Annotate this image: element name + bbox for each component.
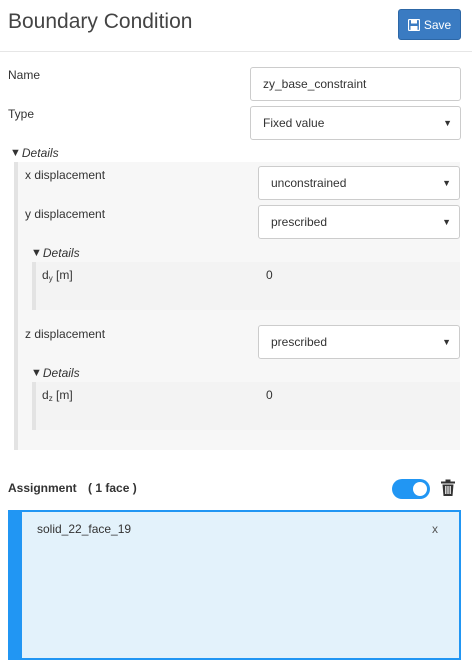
name-label: Name bbox=[8, 68, 41, 82]
save-button[interactable]: Save bbox=[398, 9, 461, 40]
caret-down-icon: ▼ bbox=[31, 247, 42, 259]
remove-face-button[interactable]: x bbox=[432, 522, 438, 536]
dz-value[interactable]: 0 bbox=[266, 388, 273, 402]
details-toggle[interactable]: ▼ Details bbox=[10, 146, 59, 160]
chevron-down-icon: ▼ bbox=[442, 337, 451, 347]
type-select[interactable]: Fixed value ▼ bbox=[250, 106, 461, 140]
assignment-count: ( 1 face ) bbox=[88, 481, 137, 495]
toggle-knob bbox=[413, 482, 427, 496]
name-input-value: zy_base_constraint bbox=[263, 77, 367, 91]
y-displacement-select[interactable]: prescribed ▼ bbox=[258, 205, 460, 239]
assignment-label: Assignment bbox=[8, 481, 77, 495]
dy-subscript: y bbox=[48, 274, 53, 283]
y-displacement-value: prescribed bbox=[271, 215, 328, 229]
chevron-down-icon: ▼ bbox=[442, 217, 451, 227]
y-details-toggle[interactable]: ▼ Details bbox=[31, 246, 80, 260]
dz-unit: [m] bbox=[56, 388, 73, 402]
x-displacement-label: x displacement bbox=[25, 168, 106, 182]
chevron-down-icon: ▼ bbox=[443, 118, 452, 128]
x-displacement-select[interactable]: unconstrained ▼ bbox=[258, 166, 460, 200]
assignment-accent-bar bbox=[10, 512, 22, 658]
z-details-panel: dz [m] 0 bbox=[32, 382, 460, 430]
z-details-toggle[interactable]: ▼ Details bbox=[31, 366, 80, 380]
dy-unit: [m] bbox=[56, 268, 73, 282]
dz-subscript: z bbox=[48, 394, 53, 403]
type-select-value: Fixed value bbox=[263, 116, 325, 130]
z-displacement-value: prescribed bbox=[271, 335, 328, 349]
y-details-panel: dy [m] 0 bbox=[32, 262, 460, 310]
floppy-disk-icon bbox=[407, 18, 420, 31]
dz-symbol: d bbox=[42, 388, 49, 402]
z-displacement-label: z displacement bbox=[25, 327, 106, 341]
page-title: Boundary Condition bbox=[8, 10, 193, 33]
z-displacement-select[interactable]: prescribed ▼ bbox=[258, 325, 460, 359]
save-label: Save bbox=[423, 17, 452, 32]
caret-down-icon: ▼ bbox=[31, 367, 42, 379]
z-details-label: Details bbox=[42, 366, 80, 380]
dy-label: dy [m] bbox=[42, 268, 73, 283]
dy-value[interactable]: 0 bbox=[266, 268, 273, 282]
type-label: Type bbox=[8, 107, 35, 121]
trash-icon[interactable] bbox=[440, 479, 456, 497]
chevron-down-icon: ▼ bbox=[442, 178, 451, 188]
list-item[interactable]: solid_22_face_19 bbox=[37, 522, 131, 536]
assignment-list: solid_22_face_19 x bbox=[8, 510, 461, 660]
assignment-toggle[interactable] bbox=[392, 479, 430, 499]
name-input[interactable]: zy_base_constraint bbox=[250, 67, 461, 101]
caret-down-icon: ▼ bbox=[10, 147, 21, 159]
y-details-label: Details bbox=[42, 246, 80, 260]
y-displacement-label: y displacement bbox=[25, 207, 106, 221]
dz-label: dz [m] bbox=[42, 388, 73, 403]
header: Boundary Condition Save bbox=[0, 0, 472, 52]
details-panel: x displacement unconstrained ▼ y displac… bbox=[14, 162, 460, 450]
dy-symbol: d bbox=[42, 268, 49, 282]
assignment-title: Assignment ( 1 face ) bbox=[8, 481, 137, 495]
details-label: Details bbox=[21, 146, 59, 160]
x-displacement-value: unconstrained bbox=[271, 176, 347, 190]
